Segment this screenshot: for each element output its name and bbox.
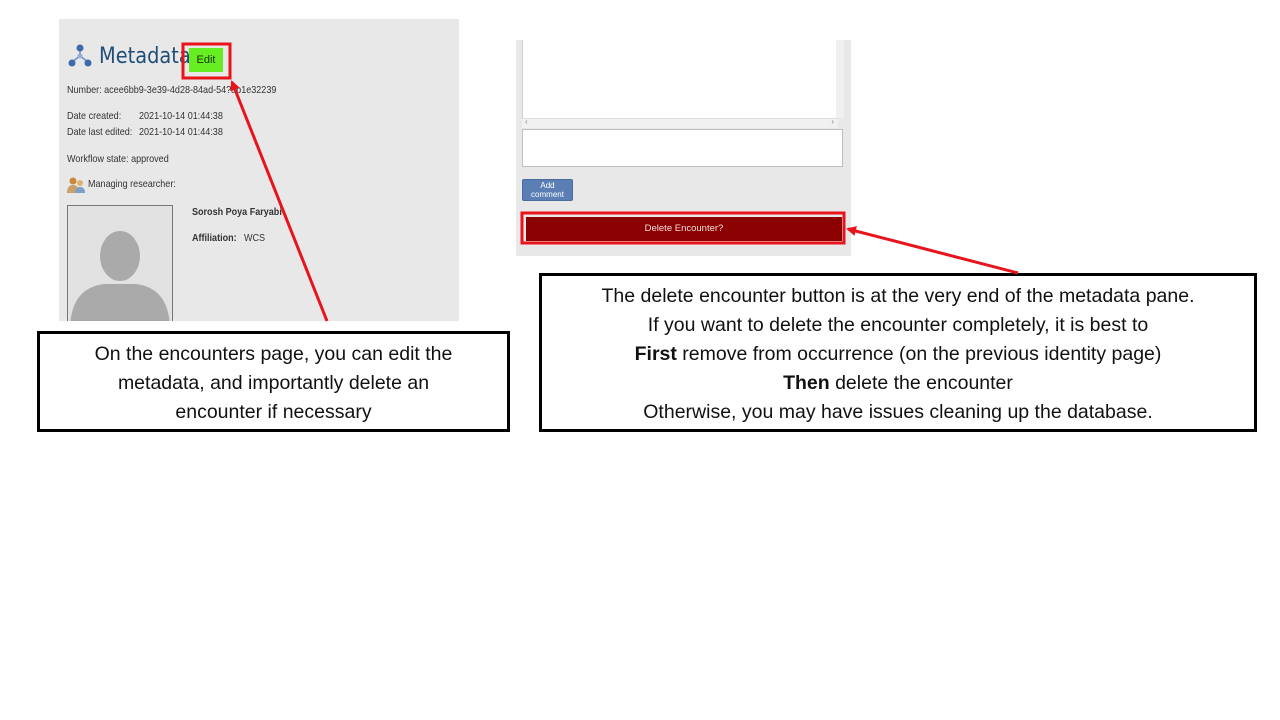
encounter-number: Number: acee6bb9-3e39-4d28-84ad-54?ab1e3…	[67, 84, 277, 96]
user-silhouette-icon	[70, 231, 170, 321]
avatar	[67, 205, 173, 321]
callout-left-line: encounter if necessary	[175, 401, 372, 423]
affiliation-value: WCS	[244, 232, 266, 244]
edit-button[interactable]: Edit	[189, 48, 223, 72]
managing-researcher-label: Managing researcher:	[88, 178, 176, 190]
date-edited-label: Date last edited:	[67, 126, 133, 138]
workflow-state: Workflow state: approved	[67, 153, 169, 165]
date-created-label: Date created:	[67, 110, 122, 122]
researcher-icon	[67, 177, 85, 193]
comment-textarea[interactable]	[522, 129, 843, 167]
callout-right-line: Then delete the encounter	[542, 369, 1254, 398]
network-icon	[68, 44, 92, 67]
callout-right-line: First remove from occurrence (on the pre…	[542, 340, 1254, 369]
date-edited-value: 2021-10-14 01:44:38	[139, 126, 223, 138]
metadata-title: Metadata	[99, 43, 191, 69]
callout-right: The delete encounter button is at the ve…	[539, 273, 1257, 432]
first-label: First	[634, 343, 677, 365]
researcher-name: Sorosh Poya Faryabi	[192, 206, 282, 218]
callout-right-line: Otherwise, you may have issues cleaning …	[643, 401, 1153, 423]
callout-right-line: If you want to delete the encounter comp…	[647, 314, 1149, 336]
first-text: remove from occurrence (on the previous …	[676, 343, 1162, 365]
callout-left-line: On the encounters page, you can edit the	[94, 343, 453, 365]
callout-right-line: The delete encounter button is at the ve…	[601, 285, 1195, 307]
affiliation-label: Affiliation:	[192, 232, 237, 244]
delete-pane-screenshot: ‹ › Add comment Delete Encounter?	[516, 40, 851, 256]
comment-log[interactable]	[522, 40, 844, 118]
delete-arrow	[846, 226, 1019, 275]
horizontal-scrollbar[interactable]: ‹ ›	[522, 117, 838, 128]
date-created-value: 2021-10-14 01:44:38	[139, 110, 223, 122]
metadata-title-row: Metadata	[67, 41, 203, 71]
scroll-right-icon[interactable]: ›	[831, 117, 834, 126]
then-label: Then	[783, 372, 830, 394]
callout-left-line: metadata, and importantly delete an	[117, 372, 430, 394]
callout-left: On the encounters page, you can edit the…	[37, 331, 510, 432]
vertical-scrollbar[interactable]	[836, 40, 844, 118]
metadata-pane-screenshot: Metadata Edit Number: acee6bb9-3e39-4d28…	[59, 19, 459, 321]
add-comment-button[interactable]: Add comment	[522, 179, 573, 201]
delete-encounter-button[interactable]: Delete Encounter?	[526, 217, 842, 241]
scroll-left-icon[interactable]: ‹	[525, 117, 528, 126]
then-text: delete the encounter	[829, 372, 1013, 394]
